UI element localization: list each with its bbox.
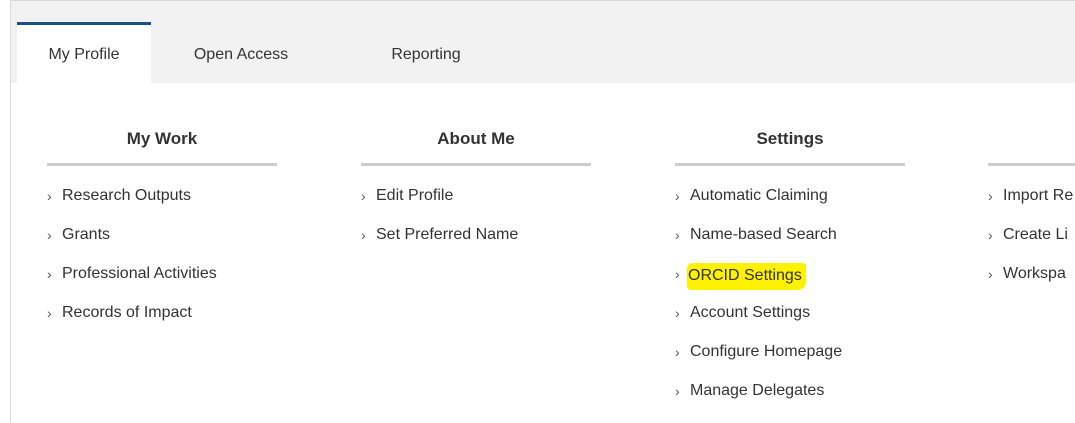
- chevron-right-icon: ›: [675, 344, 680, 360]
- tab-label: My Profile: [48, 46, 120, 63]
- menu-item-account-settings[interactable]: › Account Settings: [675, 302, 842, 341]
- menu-item-manage-delegates[interactable]: › Manage Delegates: [675, 380, 842, 419]
- column-divider: [988, 163, 1075, 166]
- chevron-right-icon: ›: [675, 305, 680, 321]
- tab-my-profile[interactable]: My Profile: [17, 22, 151, 83]
- tab-open-access[interactable]: Open Access: [166, 22, 316, 83]
- chevron-right-icon: ›: [988, 227, 993, 243]
- menu-item-label[interactable]: Create Li: [1003, 224, 1068, 246]
- menu-item-label[interactable]: Set Preferred Name: [376, 224, 518, 246]
- menu-item-label[interactable]: Import Re: [1003, 185, 1073, 207]
- menu-item-label[interactable]: Edit Profile: [376, 185, 453, 207]
- menu-item-label[interactable]: Grants: [62, 224, 110, 246]
- column-heading: About Me: [437, 129, 515, 148]
- menu-item-name-based-search[interactable]: › Name-based Search: [675, 224, 842, 263]
- menu-list: › Automatic Claiming › Name-based Search ›…: [675, 185, 842, 419]
- menu-item-label[interactable]: Workspa: [1003, 263, 1066, 285]
- column-heading: Settings: [756, 129, 824, 148]
- menu-item-label[interactable]: Account Settings: [690, 302, 810, 324]
- menu-item-create[interactable]: › Create Li: [988, 224, 1073, 263]
- menu-item-workspace[interactable]: › Workspa: [988, 263, 1073, 302]
- chevron-right-icon: ›: [47, 305, 52, 321]
- menu-item-orcid-settings[interactable]: › ORCID Settings: [675, 263, 842, 302]
- menu-item-automatic-claiming[interactable]: › Automatic Claiming: [675, 185, 842, 224]
- menu-list: › Edit Profile › Set Preferred Name: [361, 185, 518, 263]
- menu-item-label[interactable]: Automatic Claiming: [690, 185, 828, 207]
- menu-item-label[interactable]: Name-based Search: [690, 224, 837, 246]
- tab-label: Open Access: [193, 46, 289, 63]
- chevron-right-icon: ›: [47, 188, 52, 204]
- menu-item-grants[interactable]: › Grants: [47, 224, 217, 263]
- menu-item-label[interactable]: Research Outputs: [62, 185, 191, 207]
- menu-item-label[interactable]: Professional Activities: [62, 263, 217, 285]
- column-heading: My Work: [126, 129, 198, 148]
- column-heading: [988, 129, 1075, 149]
- chevron-right-icon: ›: [361, 227, 366, 243]
- menu-item-set-preferred-name[interactable]: › Set Preferred Name: [361, 224, 518, 263]
- menu-item-label[interactable]: Manage Delegates: [690, 380, 824, 402]
- tab-bar: My Profile Open Access Reporting: [11, 1, 1075, 83]
- chevron-right-icon: ›: [47, 227, 52, 243]
- menu-content: My Work › Research Outputs › Grants › Profe…: [11, 83, 1075, 423]
- menu-item-import[interactable]: › Import Re: [988, 185, 1073, 224]
- chevron-right-icon: ›: [361, 188, 366, 204]
- menu-item-edit-profile[interactable]: › Edit Profile: [361, 185, 518, 224]
- menu-item-research-outputs[interactable]: › Research Outputs: [47, 185, 217, 224]
- menu-list: › Import Re › Create Li › Workspa: [988, 185, 1073, 302]
- chevron-right-icon: ›: [988, 188, 993, 204]
- chevron-right-icon: ›: [47, 266, 52, 282]
- menu-item-label[interactable]: Records of Impact: [62, 302, 192, 324]
- menu-item-configure-homepage[interactable]: › Configure Homepage: [675, 341, 842, 380]
- menu-item-label-highlighted[interactable]: ORCID Settings: [687, 263, 806, 290]
- column-divider: [361, 163, 591, 166]
- chevron-right-icon: ›: [675, 227, 680, 243]
- column-divider: [675, 163, 905, 166]
- tab-label: Reporting: [391, 46, 461, 63]
- profile-menu-frame: My Profile Open Access Reporting My Work…: [10, 0, 1075, 423]
- menu-list: › Research Outputs › Grants › Professional …: [47, 185, 217, 341]
- column-divider: [47, 163, 277, 166]
- chevron-right-icon: ›: [675, 188, 680, 204]
- menu-item-professional-activities[interactable]: › Professional Activities: [47, 263, 217, 302]
- menu-item-label[interactable]: Configure Homepage: [690, 341, 842, 363]
- menu-item-records-of-impact[interactable]: › Records of Impact: [47, 302, 217, 341]
- chevron-right-icon: ›: [675, 383, 680, 399]
- chevron-right-icon: ›: [988, 266, 993, 282]
- tab-reporting[interactable]: Reporting: [376, 22, 476, 83]
